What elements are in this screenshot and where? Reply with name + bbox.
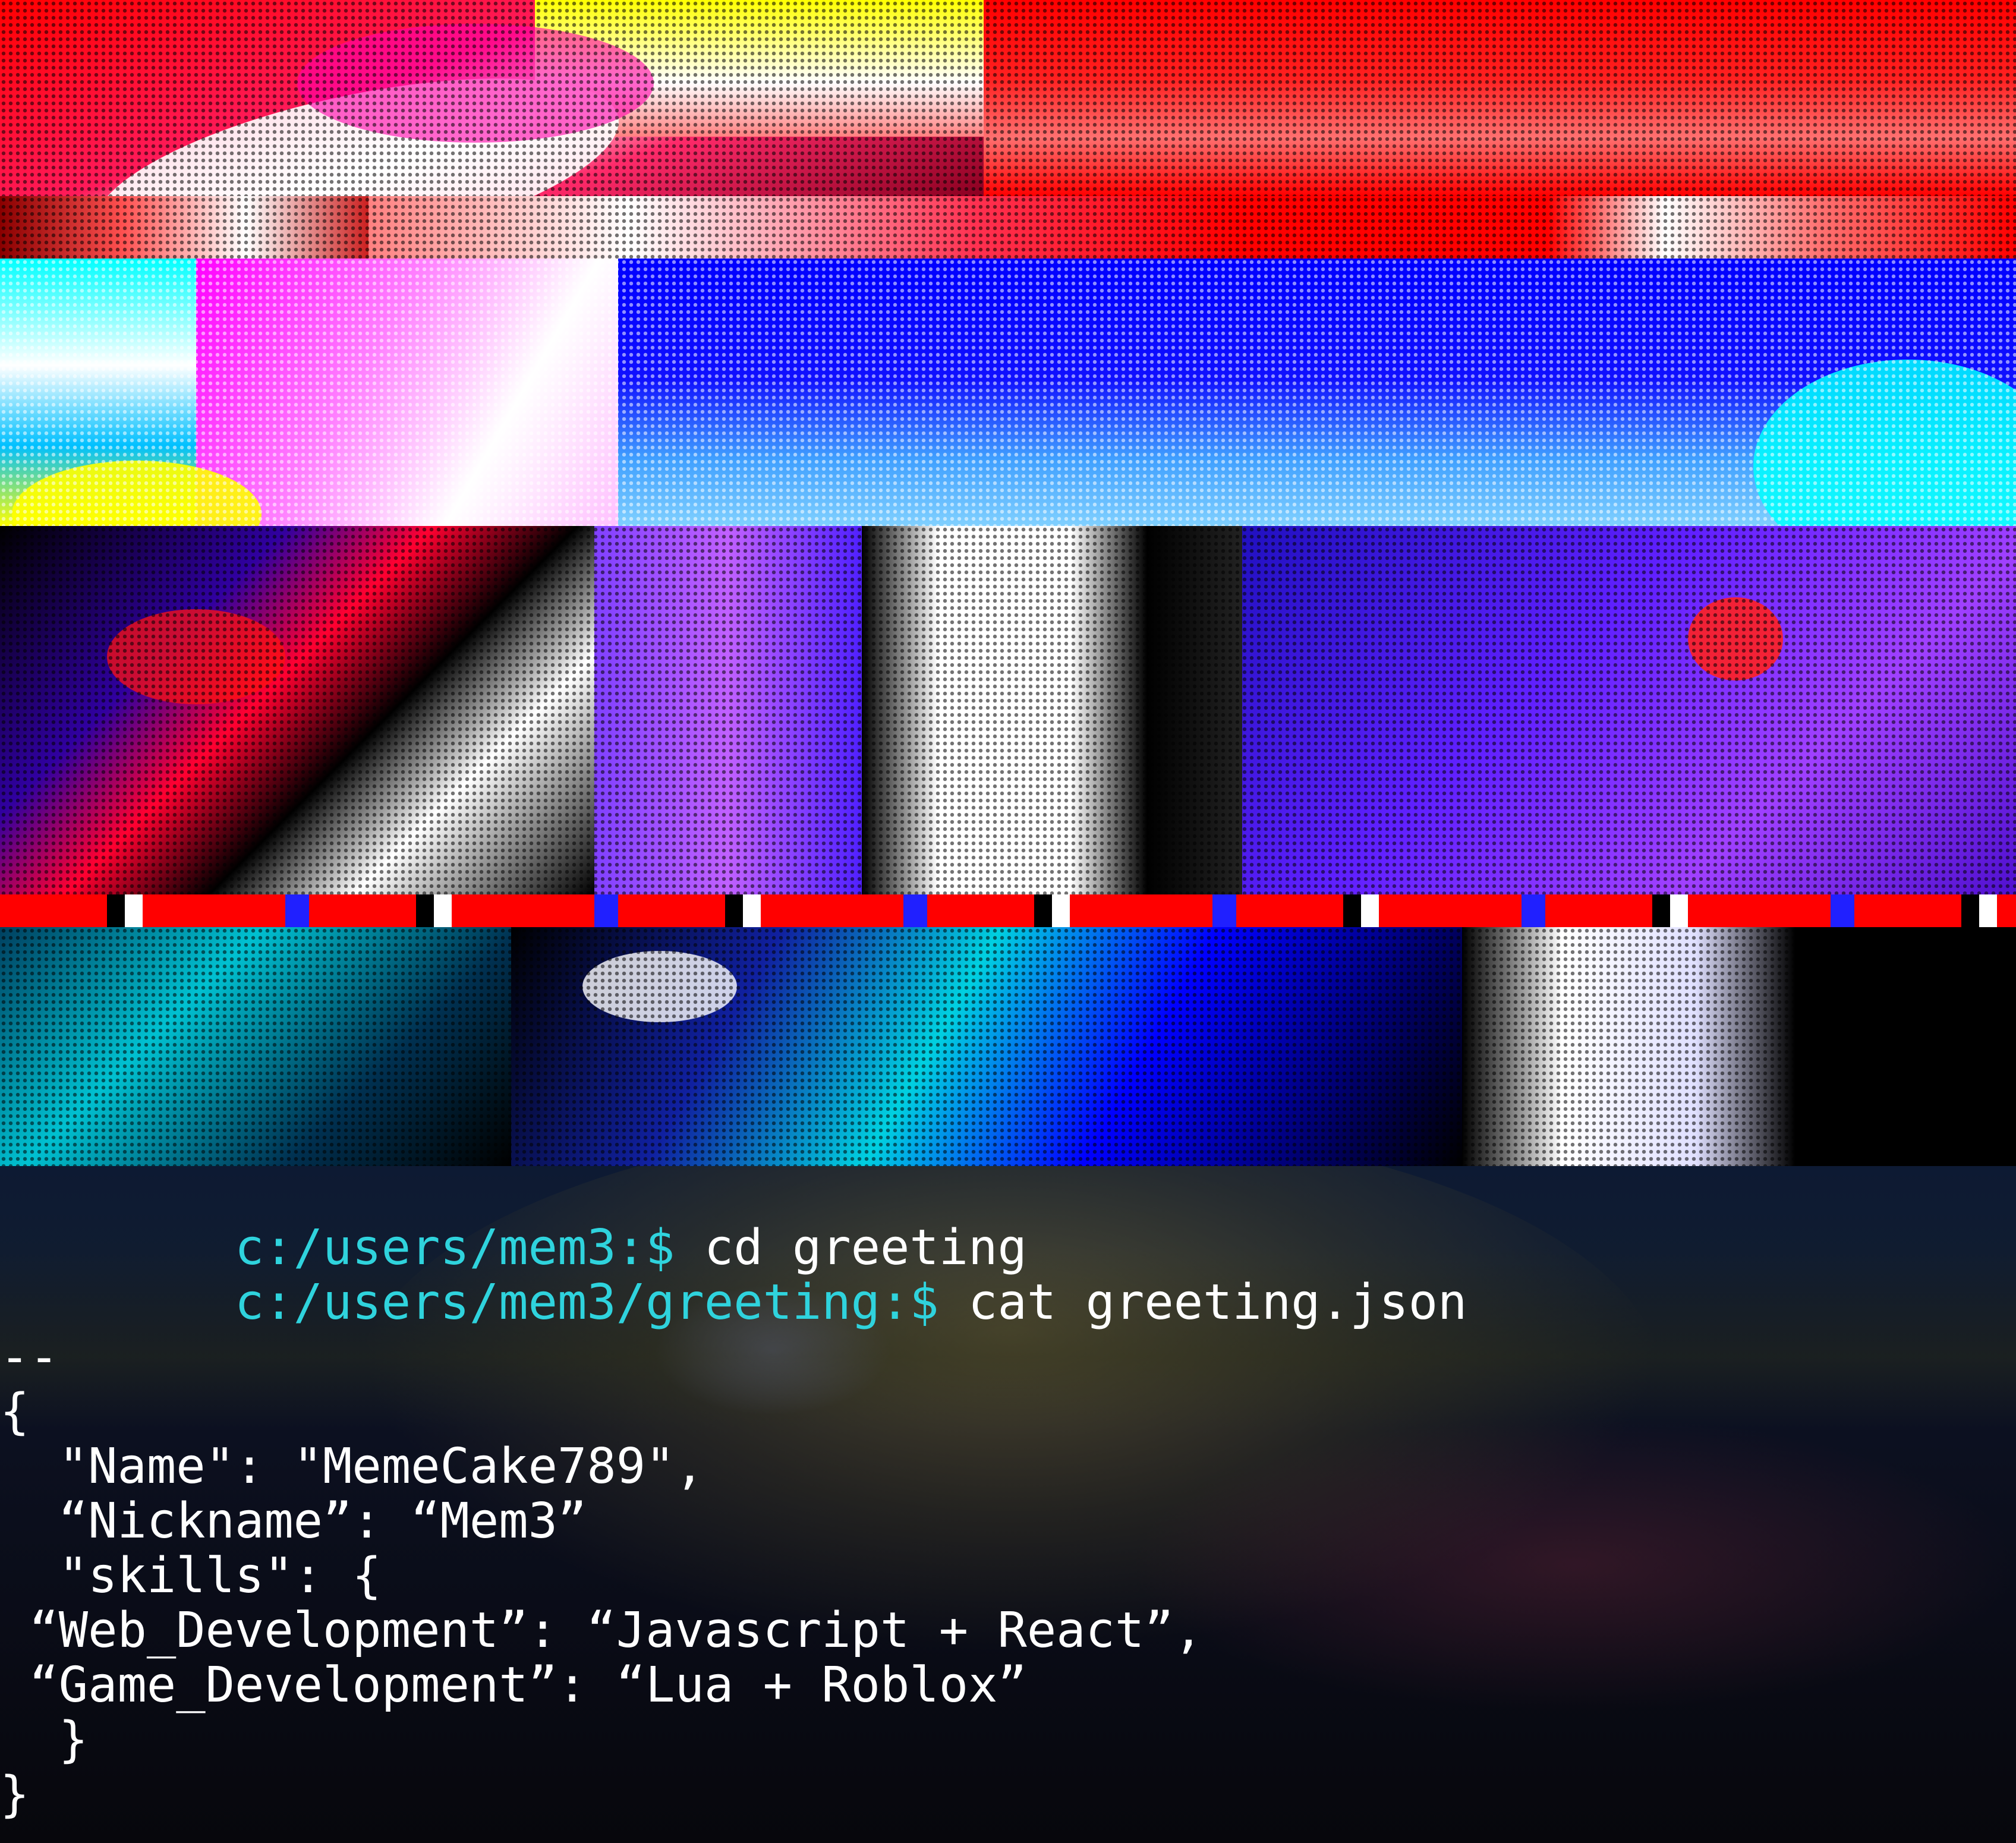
glitch-band-teal — [0, 927, 2016, 1166]
output-line: "Name": "MemeCake789", — [0, 1438, 704, 1495]
glitch-band-red-line — [0, 894, 2016, 927]
terminal-prompt: c:/users/mem3/greeting:$ — [234, 1274, 939, 1331]
output-line: “Web_Development”: “Javascript + React”, — [0, 1602, 1204, 1659]
output-line: “Game_Development”: “Lua + Roblox” — [0, 1657, 1027, 1713]
terminal-line-cat: c:/users/mem3/greeting:$ cat greeting.js… — [0, 1221, 1467, 1330]
output-line: "skills": { — [0, 1548, 382, 1604]
output-line: { — [0, 1384, 30, 1440]
output-line: } — [0, 1712, 89, 1768]
output-line: } — [0, 1766, 30, 1823]
output-line: “Nickname”: “Mem3” — [0, 1493, 587, 1549]
glitch-band-red-strip — [0, 196, 2016, 259]
terminal-output: c:/users/mem3:$ cd greeting c:/users/mem… — [0, 1166, 2016, 1843]
screen: c:/users/mem3:$ cd greeting c:/users/mem… — [0, 0, 2016, 1843]
glitch-band-blue — [0, 259, 2016, 526]
terminal-line-cd: c:/users/mem3:$ cd greeting — [0, 1166, 1027, 1275]
output-line: -- — [0, 1329, 59, 1385]
terminal-command: cat greeting.json — [938, 1274, 1467, 1331]
glitch-band-red — [0, 0, 2016, 196]
glitch-art-banner — [0, 0, 2016, 1166]
terminal-window[interactable]: c:/users/mem3:$ cd greeting c:/users/mem… — [0, 1166, 2016, 1843]
glitch-band-purple — [0, 526, 2016, 894]
